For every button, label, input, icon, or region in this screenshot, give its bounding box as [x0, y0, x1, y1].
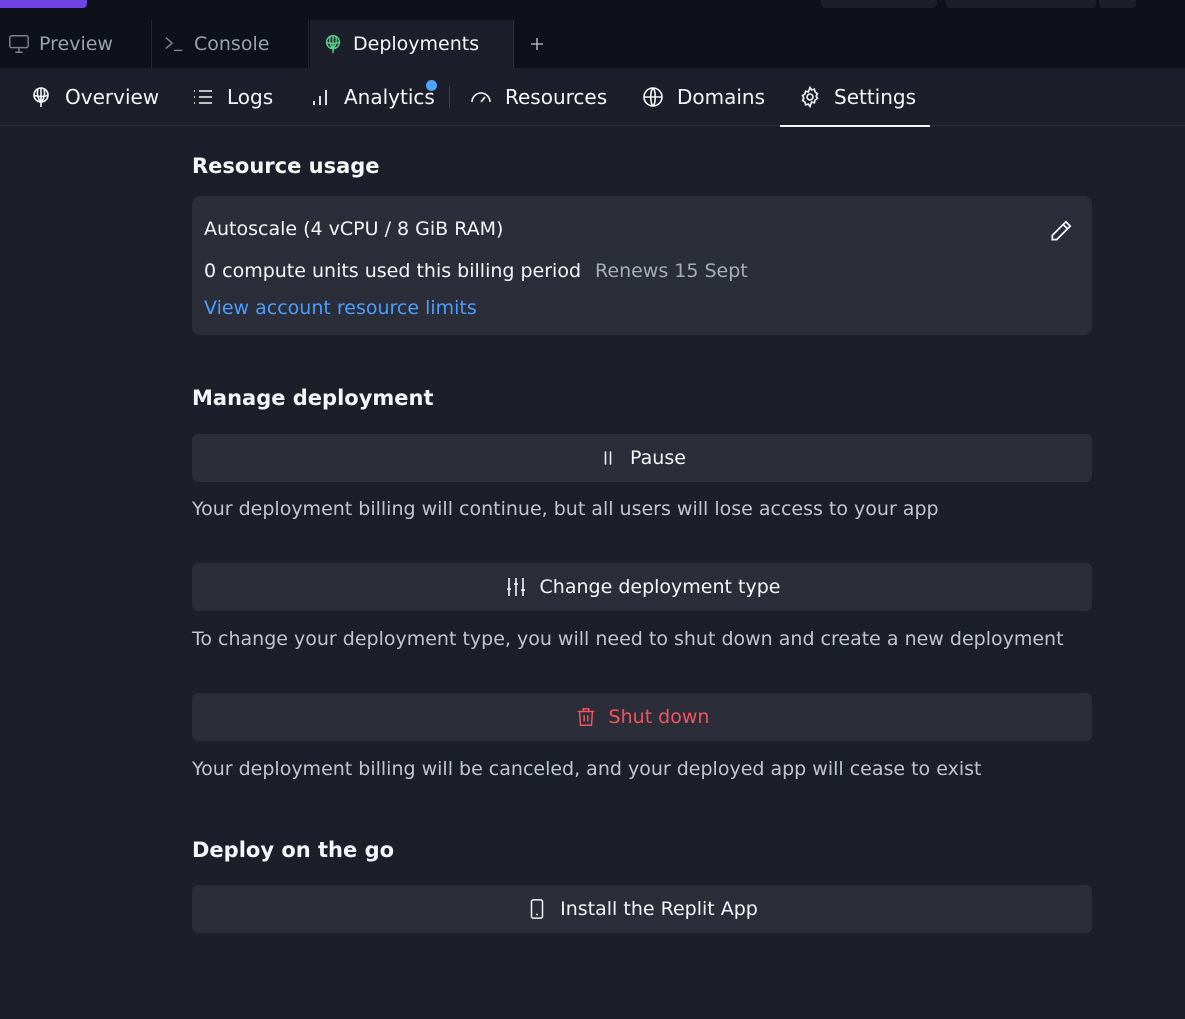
- pencil-icon: [1051, 220, 1072, 241]
- tab-label: Console: [194, 33, 270, 55]
- deployment-subnav: Overview Logs Analytics Resources Domain…: [0, 68, 1185, 127]
- shut-down-button[interactable]: Shut down: [192, 693, 1092, 741]
- plan-text: Autoscale (4 vCPU / 8 GiB RAM): [204, 218, 504, 240]
- gauge-icon: [471, 92, 491, 103]
- top-control[interactable]: [1099, 0, 1136, 8]
- shutdown-description: Your deployment billing will be canceled…: [192, 758, 982, 780]
- bar-chart-icon: [313, 90, 327, 105]
- tab-label: Deployments: [353, 33, 480, 55]
- monitor-icon: [9, 35, 29, 53]
- gear-icon: [801, 85, 819, 109]
- notification-dot: [426, 80, 437, 91]
- subtab-label: Resources: [505, 85, 608, 109]
- subtab-label: Analytics: [344, 85, 435, 109]
- tab-console[interactable]: Console: [153, 20, 309, 68]
- change-deployment-type-button[interactable]: Change deployment type: [192, 563, 1092, 611]
- button-label: Pause: [630, 447, 686, 469]
- subtab-logs[interactable]: Logs: [191, 68, 273, 126]
- subtab-label: Domains: [677, 85, 766, 109]
- deploy-rocket-icon: [33, 87, 49, 107]
- resource-usage-card: Autoscale (4 vCPU / 8 GiB RAM) 0 compute…: [192, 196, 1092, 335]
- button-label: Shut down: [608, 706, 710, 728]
- button-label: Install the Replit App: [560, 898, 758, 920]
- subtab-domains[interactable]: Domains: [641, 68, 765, 126]
- trash-icon: [577, 708, 594, 726]
- pause-icon: [604, 451, 612, 465]
- manage-deployment-heading: Manage deployment: [192, 386, 434, 410]
- globe-icon: [643, 87, 663, 107]
- view-resource-limits-link[interactable]: View account resource limits: [204, 297, 477, 319]
- install-replit-app-button[interactable]: Install the Replit App: [192, 885, 1092, 933]
- tab-bar: Preview Console Deployments: [0, 20, 1185, 68]
- phone-icon: [530, 899, 544, 919]
- subtab-label: Settings: [834, 85, 917, 109]
- deploy-on-the-go-heading: Deploy on the go: [192, 838, 395, 862]
- subtab-settings[interactable]: Settings: [780, 68, 930, 127]
- resource-usage-heading: Resource usage: [192, 154, 380, 178]
- list-icon: [194, 90, 212, 104]
- subtab-label: Overview: [65, 85, 160, 109]
- tab-preview[interactable]: Preview: [0, 20, 152, 68]
- tab-label: Preview: [39, 33, 113, 55]
- window-top-strip: [0, 0, 1185, 20]
- terminal-icon: [165, 37, 183, 52]
- usage-line: 0 compute units used this billing period…: [204, 260, 748, 282]
- top-control[interactable]: [946, 0, 1096, 8]
- pause-button[interactable]: Pause: [192, 434, 1092, 482]
- sliders-icon: [506, 578, 525, 596]
- plus-icon: [531, 38, 543, 50]
- edit-plan-button[interactable]: [1048, 218, 1074, 248]
- pause-description: Your deployment billing will continue, b…: [192, 498, 939, 520]
- subtab-label: Logs: [227, 85, 274, 109]
- deployments-icon: [325, 35, 341, 54]
- divider: [449, 86, 450, 108]
- accent-bar: [0, 0, 87, 8]
- add-tab-button[interactable]: [522, 32, 552, 56]
- tab-deployments[interactable]: Deployments: [310, 20, 514, 68]
- usage-text: 0 compute units used this billing period: [204, 260, 582, 282]
- subtab-resources[interactable]: Resources: [469, 68, 607, 126]
- subtab-overview[interactable]: Overview: [29, 68, 159, 126]
- change-type-description: To change your deployment type, you will…: [192, 628, 1064, 650]
- subtab-analytics[interactable]: Analytics: [308, 68, 435, 126]
- top-control[interactable]: [821, 0, 937, 8]
- button-label: Change deployment type: [539, 576, 781, 598]
- renews-text: Renews 15 Sept: [595, 260, 748, 282]
